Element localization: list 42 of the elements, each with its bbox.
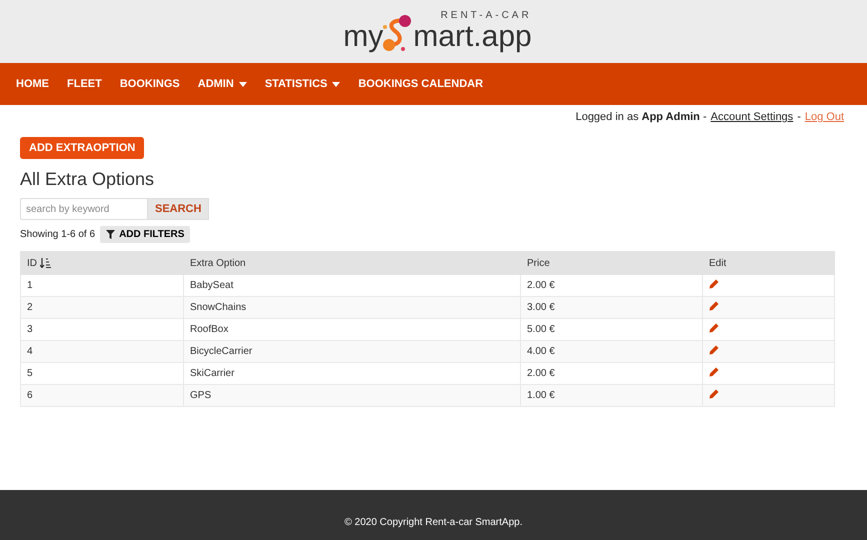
- table-cell: SnowChains: [184, 296, 520, 318]
- logo-text: mart.app: [413, 21, 532, 53]
- caret-icon: [332, 82, 340, 86]
- column-header[interactable]: ID: [20, 252, 184, 274]
- search-button[interactable]: SEARCH: [147, 198, 210, 220]
- search-field[interactable]: search by keyword: [20, 198, 147, 220]
- pencil-icon[interactable]: [709, 279, 719, 289]
- add-extraoption-button[interactable]: ADD EXTRAOPTION: [20, 137, 144, 159]
- pencil-icon[interactable]: [709, 389, 719, 399]
- nav-link[interactable]: FLEET: [67, 78, 102, 90]
- pencil-icon[interactable]: [709, 345, 719, 355]
- pencil-icon[interactable]: [709, 301, 719, 311]
- table-cell: GPS: [184, 384, 520, 406]
- account-settings-link[interactable]: Account Settings: [710, 111, 794, 123]
- copyright-text: © 2020 Copyright Rent-a-car SmartApp.: [344, 516, 522, 528]
- add-filters-button[interactable]: ADD FILTERS: [100, 226, 190, 243]
- nav-link[interactable]: BOOKINGS CALENDAR: [358, 78, 484, 90]
- login-status: Logged in as App Admin -: [576, 111, 707, 123]
- separator-text: -: [797, 111, 801, 123]
- pencil-icon[interactable]: [709, 367, 719, 377]
- logo-text: my: [343, 21, 384, 53]
- logo-tagline: RENT-A-CAR: [440, 10, 532, 21]
- table-cell: 4.00 €: [520, 340, 702, 362]
- pencil-icon[interactable]: [709, 323, 719, 333]
- table-cell: 6: [20, 384, 184, 406]
- table-cell: 3.00 €: [520, 296, 702, 318]
- nav-link[interactable]: ADMIN: [198, 78, 247, 90]
- nav-link[interactable]: HOME: [16, 78, 49, 90]
- table-cell: BicycleCarrier: [184, 340, 520, 362]
- table-cell: 4: [20, 340, 184, 362]
- table-cell: 2: [20, 296, 184, 318]
- table-cell: 1.00 €: [520, 384, 702, 406]
- column-header[interactable]: Price: [520, 252, 702, 274]
- filter-icon: [106, 230, 116, 239]
- nav-link[interactable]: STATISTICS: [264, 78, 340, 90]
- column-header[interactable]: Edit: [702, 252, 834, 274]
- caret-icon: [238, 82, 247, 86]
- page-title: All Extra Options: [20, 169, 156, 190]
- results-count: Showing 1-6 of 6: [20, 229, 96, 240]
- column-header[interactable]: Extra Option: [184, 252, 520, 274]
- logout-link[interactable]: Log Out: [804, 111, 844, 123]
- nav-link[interactable]: BOOKINGS: [120, 78, 180, 90]
